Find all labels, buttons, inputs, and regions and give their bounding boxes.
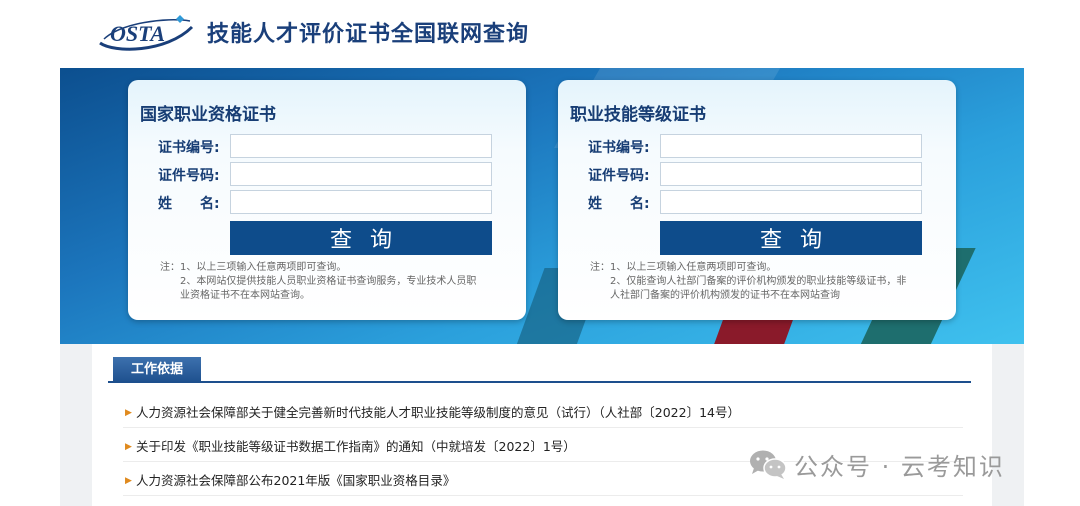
query-note: 注：1、以上三项输入任意两项即可查询。 2、本网站仅提供技能人员职业资格证书查询… [160, 261, 510, 303]
query-button[interactable]: 查询 [230, 221, 492, 255]
note-line: 2、本网站仅提供技能人员职业资格证书查询服务，专业技术人员职 [180, 276, 477, 287]
watermark-text: 公众号 · 云考知识 [794, 452, 1005, 481]
id-number-label: 证件号码: [588, 168, 650, 184]
id-number-label: 证件号码: [158, 168, 220, 184]
name-label: 姓 名: [158, 196, 220, 212]
note-line: 业资格证书不在本网站查询。 [180, 290, 310, 301]
note-line: 2、仅能查询人社部门备案的评价机构颁发的职业技能等级证书，非 [610, 276, 907, 287]
note-line: 注：1、以上三项输入任意两项即可查询。 [590, 262, 777, 273]
certificate-number-input[interactable] [660, 134, 922, 158]
document-link[interactable]: 关于印发《职业技能等级证书数据工作指南》的通知（中就培发〔2022〕1号） [136, 432, 576, 462]
triangle-bullet-icon: ▶ [125, 408, 132, 418]
card-title: 职业技能等级证书 [570, 105, 706, 125]
osta-logo: OSTA [99, 15, 194, 51]
document-link[interactable]: 人力资源社会保障部关于健全完善新时代技能人才职业技能等级制度的意见（试行）（人社… [136, 398, 740, 428]
site-title: 技能人才评价证书全国联网查询 [207, 22, 530, 47]
header: OSTA 技能人才评价证书全国联网查询 [0, 0, 1080, 68]
triangle-bullet-icon: ▶ [125, 442, 132, 452]
wechat-icon [750, 450, 787, 479]
triangle-bullet-icon: ▶ [125, 476, 132, 486]
tab-underline [108, 381, 971, 383]
name-input[interactable] [660, 190, 922, 214]
card-title: 国家职业资格证书 [140, 105, 276, 125]
search-banner: 国家职业资格证书 证书编号: 证件号码: 姓 名: 查询 注：1、以上三项输入任… [60, 68, 1024, 344]
note-line: 注：1、以上三项输入任意两项即可查询。 [160, 262, 347, 273]
query-note: 注：1、以上三项输入任意两项即可查询。 2、仅能查询人社部门备案的评价机构颁发的… [590, 261, 940, 303]
query-button[interactable]: 查询 [660, 221, 922, 255]
certificate-number-input[interactable] [230, 134, 492, 158]
skill-level-card: 职业技能等级证书 证书编号: 证件号码: 姓 名: 查询 注：1、以上三项输入任… [558, 80, 956, 320]
watermark: 公众号 · 云考知识 [748, 446, 1005, 482]
id-number-input[interactable] [230, 162, 492, 186]
id-number-input[interactable] [660, 162, 922, 186]
document-link[interactable]: 人力资源社会保障部公布2021年版《国家职业资格目录》 [136, 466, 455, 496]
note-line: 人社部门备案的评价机构颁发的证书不在本网站查询 [610, 290, 840, 301]
tab-work-basis[interactable]: 工作依据 [113, 357, 201, 383]
name-input[interactable] [230, 190, 492, 214]
logo-text: OSTA [110, 21, 165, 46]
page: OSTA 技能人才评价证书全国联网查询 国家职业资格证书 证书编号: 证件号码:… [0, 0, 1080, 506]
list-item[interactable]: ▶ 人力资源社会保障部关于健全完善新时代技能人才职业技能等级制度的意见（试行）（… [123, 398, 963, 428]
certificate-number-label: 证书编号: [588, 140, 650, 156]
national-qualification-card: 国家职业资格证书 证书编号: 证件号码: 姓 名: 查询 注：1、以上三项输入任… [128, 80, 526, 320]
name-label: 姓 名: [588, 196, 650, 212]
certificate-number-label: 证书编号: [158, 140, 220, 156]
